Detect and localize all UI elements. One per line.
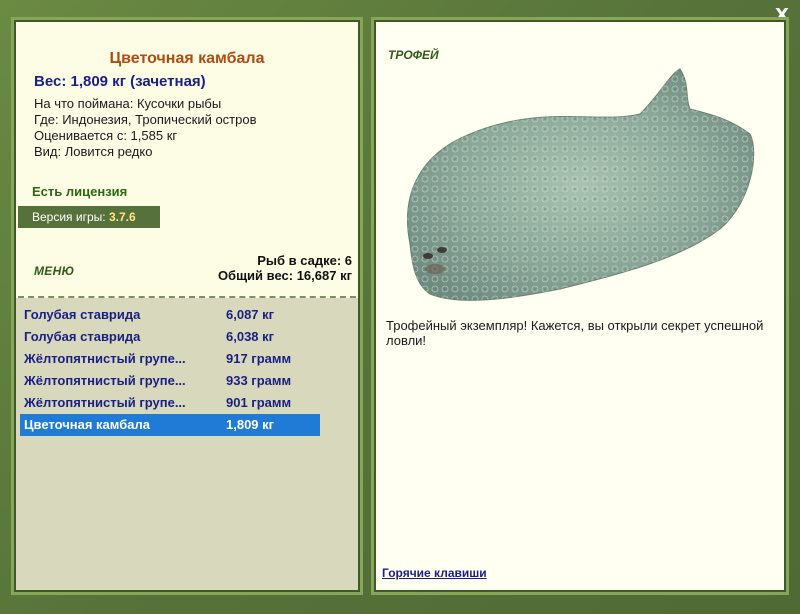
info-location: Где: Индонезия, Тропический остров: [34, 112, 257, 127]
trophy-panel: ТРОФЕЙ Трофейный экземпляр! Кажется, вы …: [371, 17, 789, 595]
cage-stats: Рыб в садке: 6 Общий вес: 16,687 кг: [218, 253, 352, 283]
catch-weight: 901 грамм: [226, 395, 292, 410]
catch-weight: 933 грамм: [226, 373, 292, 388]
catch-list-area: Голубая ставрида 6,087 кг Голубая ставрида…: [16, 298, 358, 590]
catch-row[interactable]: Голубая ставрида 6,038 кг: [20, 326, 320, 348]
catch-list: Голубая ставрида 6,087 кг Голубая ставрида…: [20, 304, 320, 436]
catch-weight: 6,038 кг: [226, 329, 275, 344]
catch-row[interactable]: Жёлтопятнистый групе... 901 грамм: [20, 392, 320, 414]
hotkeys-link[interactable]: Горячие клавиши: [382, 566, 487, 580]
fish-weight: Вес: 1,809 кг (зачетная): [34, 73, 206, 90]
menu-button[interactable]: МЕНЮ: [34, 264, 74, 278]
catch-name: Жёлтопятнистый групе...: [24, 395, 186, 410]
license-status: Есть лицензия: [32, 184, 128, 199]
catch-name: Жёлтопятнистый групе...: [24, 351, 186, 366]
cage-total-weight: Общий вес: 16,687 кг: [217, 268, 352, 283]
info-bait: На что поймана: Кусочки рыбы: [34, 96, 222, 111]
cage-count: Рыб в садке: 6: [257, 253, 352, 268]
catch-weight: 6,087 кг: [226, 307, 275, 322]
info-rarity: Вид: Ловится редко: [34, 144, 153, 159]
catch-weight: 917 грамм: [226, 351, 292, 366]
trophy-label: ТРОФЕЙ: [388, 48, 439, 62]
catch-row[interactable]: Жёлтопятнистый групе... 917 грамм: [20, 348, 320, 370]
flounder-image: [407, 68, 755, 301]
catch-row[interactable]: Цветочная камбала 1,809 кг: [20, 414, 320, 436]
version-bar: Версия игры: 3.7.6: [18, 206, 160, 228]
catch-name: Цветочная камбала: [24, 417, 150, 432]
catch-row[interactable]: Голубая ставрида 6,087 кг: [20, 304, 320, 326]
fish-details: Цветочная камбала Вес: 1,809 кг (зачетна…: [16, 22, 358, 296]
version-value: 3.7.6: [108, 210, 136, 224]
catch-name: Жёлтопятнистый групе...: [24, 373, 186, 388]
fish-info-panel: Цветочная камбала Вес: 1,809 кг (зачетна…: [11, 17, 363, 595]
catch-row[interactable]: Жёлтопятнистый групе... 933 грамм: [20, 370, 320, 392]
catch-name: Голубая ставрида: [24, 329, 141, 344]
info-threshold: Оценивается с: 1,585 кг: [34, 128, 178, 143]
fish-title: Цветочная камбала: [109, 50, 265, 67]
trophy-text: Трофейный экземпляр! Кажется, вы открыли…: [386, 318, 764, 348]
catch-name: Голубая ставрида: [24, 307, 141, 322]
catch-weight: 1,809 кг: [226, 417, 275, 432]
version-label: Версия игры:: [32, 210, 106, 224]
